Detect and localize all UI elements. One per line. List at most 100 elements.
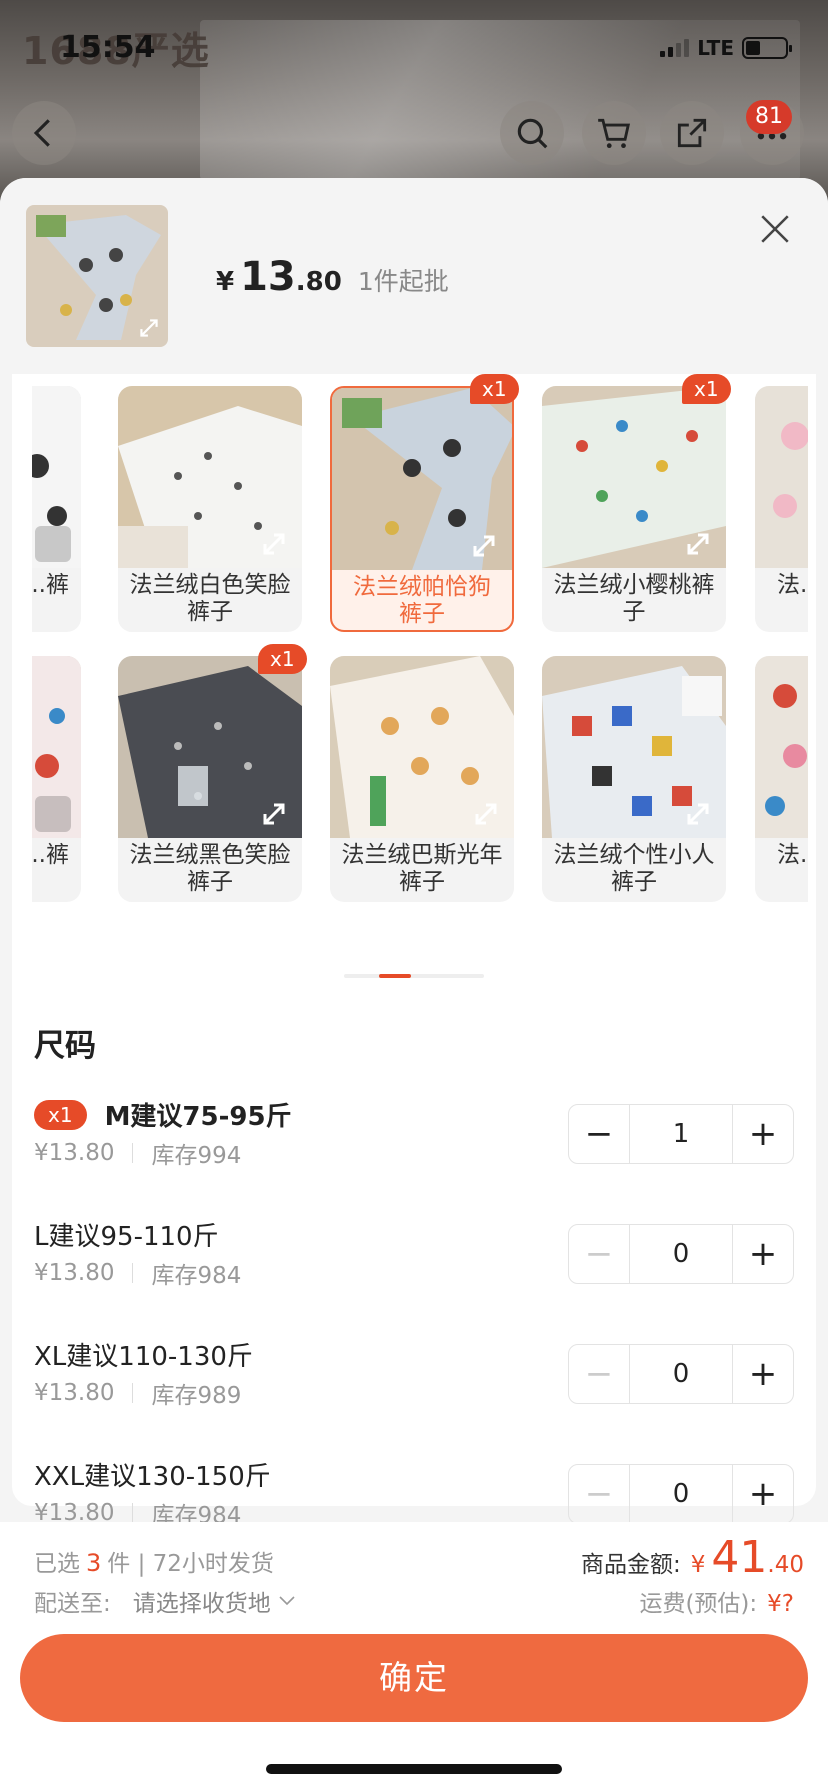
expand-icon[interactable] — [256, 526, 292, 562]
size-label: L建议95-110斤 — [34, 1222, 219, 1252]
variant-label: ...裤 — [32, 572, 69, 598]
expand-icon[interactable] — [35, 526, 71, 562]
variant-card[interactable]: 法兰绒小樱桃裤子 — [542, 386, 726, 632]
decrease-button[interactable]: − — [569, 1225, 629, 1283]
freight-summary: 运费(预估): ¥? — [639, 1584, 794, 1618]
increase-button[interactable]: + — [733, 1345, 793, 1403]
variant-card[interactable]: 法... — [755, 386, 808, 632]
size-name: x1 M建议75-95斤 — [34, 1096, 292, 1133]
sku-selector-sheet: ¥ 13 .80 1件起批 ...裤 法兰绒白色笑脸裤子 法兰绒帕恰狗裤子 — [0, 178, 828, 1792]
variant-grid: ...裤 法兰绒白色笑脸裤子 法兰绒帕恰狗裤子 法兰绒小樱桃裤子 法... — [32, 374, 808, 934]
expand-icon[interactable] — [256, 796, 292, 832]
size-qty-badge: x1 — [34, 1099, 87, 1130]
quantity-value[interactable]: 0 — [629, 1225, 733, 1283]
amount-integer: 41 — [711, 1532, 768, 1583]
notification-badge: 81 — [746, 100, 792, 134]
expand-icon — [140, 319, 158, 337]
selected-summary: 已选 3 件 | 72小时发货 — [34, 1544, 274, 1578]
cart-icon — [598, 118, 631, 149]
sheet-body: ...裤 法兰绒白色笑脸裤子 法兰绒帕恰狗裤子 法兰绒小樱桃裤子 法... — [12, 374, 816, 1529]
quantity-value[interactable]: 0 — [629, 1345, 733, 1403]
decrease-button[interactable]: − — [569, 1105, 629, 1163]
variant-card[interactable]: 法... — [755, 656, 808, 902]
price-integer: 13 — [240, 254, 296, 300]
size-stock: 库存994 — [151, 1143, 242, 1169]
size-name: XL建议110-130斤 — [34, 1336, 253, 1373]
size-stock: 库存989 — [151, 1383, 242, 1409]
network-label: LTE — [697, 36, 734, 60]
size-name: XXL建议130-150斤 — [34, 1456, 271, 1493]
variant-card[interactable]: 法兰绒黑色笑脸裤子 — [118, 656, 302, 902]
expand-icon[interactable] — [466, 528, 502, 564]
size-meta: ¥13.80 库存984 — [34, 1256, 241, 1290]
variant-label: 法兰绒白色笑脸裤子 — [129, 572, 291, 625]
chevron-left-icon — [33, 119, 50, 147]
ship-label: 配送至: — [34, 1591, 111, 1617]
section-title-size: 尺码 — [34, 1028, 96, 1064]
search-button[interactable] — [500, 101, 564, 165]
variant-photo — [755, 656, 808, 838]
shipping-address[interactable]: 配送至: 请选择收货地 — [34, 1584, 295, 1618]
expand-icon[interactable] — [35, 796, 71, 832]
selected-count: 3 — [86, 1549, 102, 1577]
variant-label: 法兰绒帕恰狗裤子 — [353, 574, 491, 627]
variant-label: ...裤 — [32, 842, 69, 868]
share-button[interactable] — [660, 101, 724, 165]
decrease-button[interactable]: − — [569, 1345, 629, 1403]
size-row: x1 M建议75-95斤 ¥13.80 库存994 − 1 + — [34, 1096, 794, 1186]
freight-label: 运费(预估): — [639, 1591, 758, 1617]
product-thumbnail[interactable] — [26, 205, 168, 347]
variant-qty-badge: x1 — [682, 374, 731, 404]
variant-card-selected[interactable]: 法兰绒帕恰狗裤子 — [330, 386, 514, 632]
increase-button[interactable]: + — [733, 1465, 793, 1523]
variant-card[interactable]: ...裤 — [32, 386, 81, 632]
status-indicators: LTE — [660, 36, 792, 60]
price-decimal: .80 — [295, 267, 342, 297]
variant-card[interactable]: 法兰绒巴斯光年裤子 — [330, 656, 514, 902]
variant-label: 法... — [777, 572, 808, 598]
variant-label: 法... — [777, 842, 808, 868]
increase-button[interactable]: + — [733, 1105, 793, 1163]
expand-icon[interactable] — [468, 796, 504, 832]
selected-suffix: 件 | 72小时发货 — [107, 1551, 274, 1577]
size-label: M建议75-95斤 — [104, 1102, 292, 1132]
cart-button[interactable] — [582, 101, 646, 165]
search-icon — [517, 118, 548, 149]
quantity-stepper: − 0 + — [568, 1224, 794, 1284]
quantity-stepper: − 0 + — [568, 1464, 794, 1524]
size-row: XL建议110-130斤 ¥13.80 库存989 − 0 + — [34, 1336, 794, 1426]
size-label: XXL建议130-150斤 — [34, 1462, 271, 1492]
quantity-value[interactable]: 0 — [629, 1465, 733, 1523]
variant-qty-badge: x1 — [258, 644, 307, 674]
variant-label: 法兰绒小樱桃裤子 — [553, 572, 715, 625]
increase-button[interactable]: + — [733, 1225, 793, 1283]
freight-value: ¥? — [767, 1591, 794, 1617]
page-indicator-active — [379, 974, 411, 978]
page-indicator — [344, 974, 484, 978]
amount-symbol: ¥ — [690, 1552, 706, 1578]
expand-icon[interactable] — [680, 526, 716, 562]
back-button[interactable] — [12, 101, 76, 165]
battery-icon — [742, 37, 792, 59]
amount-summary: 商品金额: ¥ 41 .40 — [581, 1532, 804, 1583]
quantity-value[interactable]: 1 — [629, 1105, 733, 1163]
size-meta: ¥13.80 库存994 — [34, 1136, 241, 1170]
variant-card[interactable]: ...裤 — [32, 656, 81, 902]
sheet-header: ¥ 13 .80 1件起批 — [0, 178, 828, 374]
decrease-button[interactable]: − — [569, 1465, 629, 1523]
amount-label: 商品金额: — [581, 1552, 681, 1578]
close-icon[interactable] — [758, 212, 792, 246]
size-price: ¥13.80 — [34, 1260, 115, 1286]
variant-label: 法兰绒巴斯光年裤子 — [341, 842, 503, 895]
home-indicator — [266, 1764, 562, 1774]
size-name: L建议95-110斤 — [34, 1216, 219, 1253]
variant-label: 法兰绒个性小人裤子 — [553, 842, 715, 895]
checkout-footer: 已选 3 件 | 72小时发货 配送至: 请选择收货地 商品金额: ¥ 41 .40… — [0, 1522, 828, 1792]
variant-label: 法兰绒黑色笑脸裤子 — [129, 842, 291, 895]
variant-qty-badge: x1 — [470, 374, 519, 404]
variant-card[interactable]: 法兰绒个性小人裤子 — [542, 656, 726, 902]
expand-icon[interactable] — [680, 796, 716, 832]
min-order-quantity: 1件起批 — [357, 267, 449, 296]
variant-card[interactable]: 法兰绒白色笑脸裤子 — [118, 386, 302, 632]
confirm-button[interactable]: 确定 — [20, 1634, 808, 1722]
